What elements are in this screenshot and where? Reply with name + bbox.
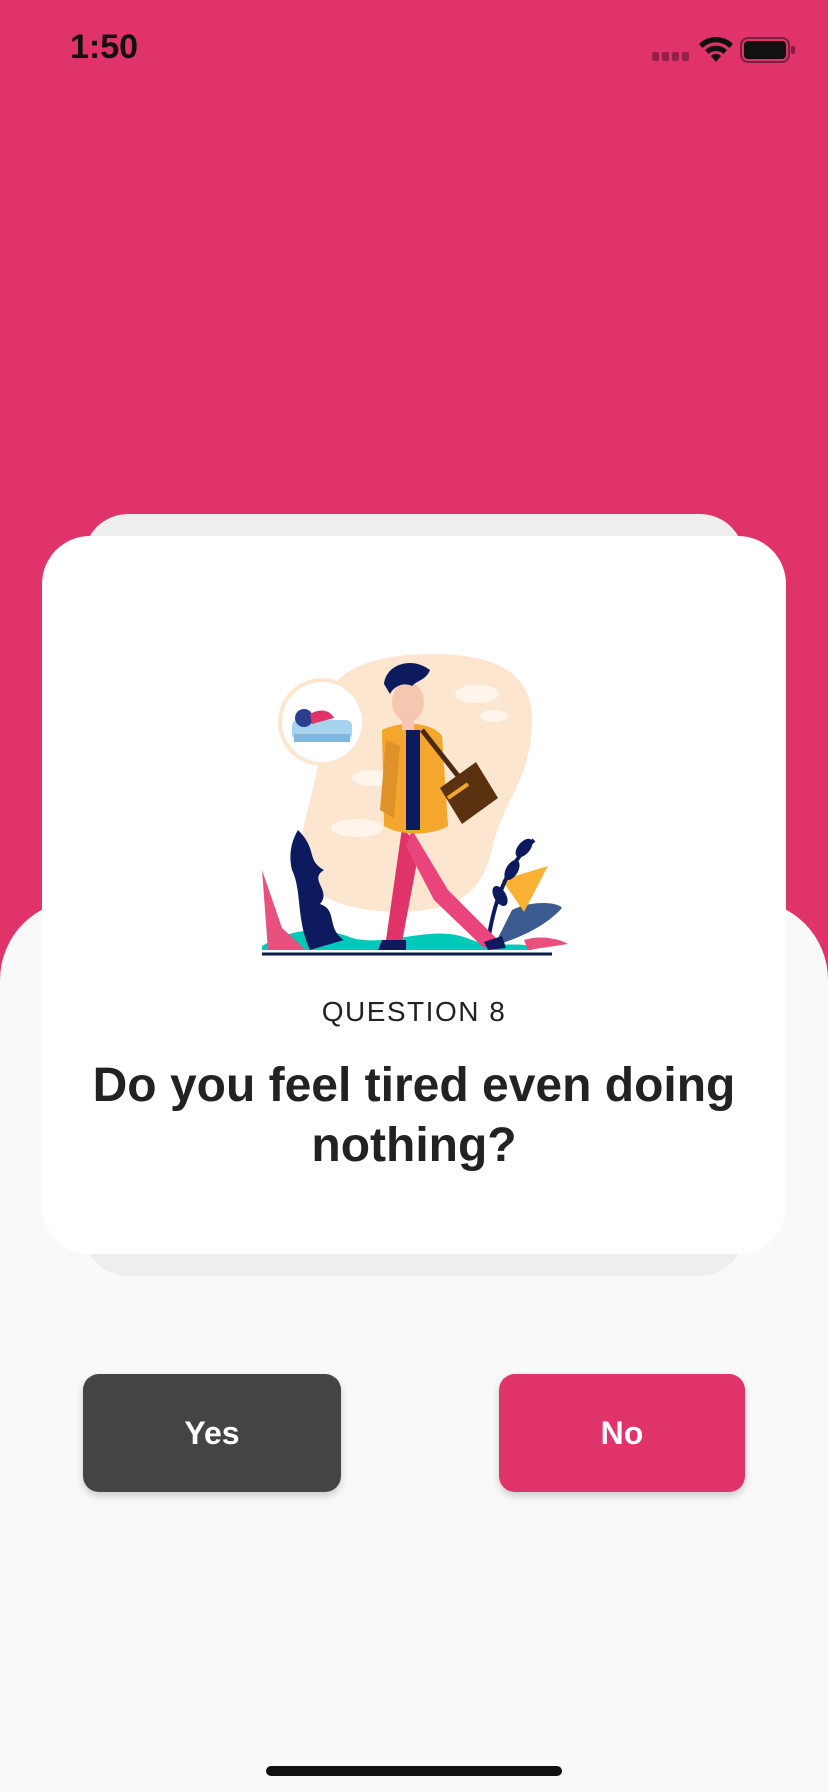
wifi-icon	[699, 36, 733, 62]
yes-button[interactable]: Yes	[83, 1374, 341, 1492]
battery-icon	[740, 37, 795, 63]
tired-person-illustration	[262, 654, 568, 956]
signal-icon	[652, 52, 690, 62]
question-number-label: QUESTION 8	[321, 996, 507, 1027]
status-bar: 1:50	[0, 0, 828, 100]
status-time: 1:50	[70, 28, 139, 66]
no-button[interactable]: No	[499, 1374, 745, 1492]
question-text: Do you feel tired even doing nothing?	[92, 1059, 736, 1172]
home-indicator[interactable]	[266, 1766, 562, 1776]
